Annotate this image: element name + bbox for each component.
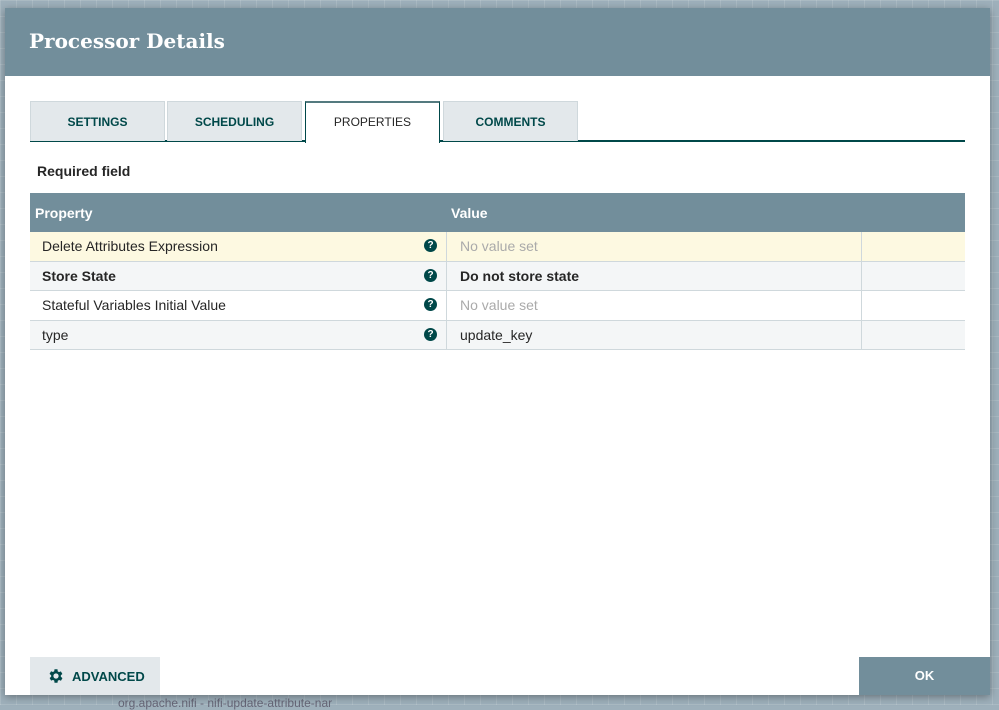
property-value[interactable]: update_key bbox=[446, 320, 862, 349]
required-field-label: Required field bbox=[37, 163, 131, 179]
tab-settings[interactable]: SETTINGS bbox=[30, 101, 165, 141]
properties-table: Property Value Delete Attributes Express… bbox=[30, 193, 965, 350]
help-icon[interactable]: ? bbox=[424, 327, 437, 341]
table-row[interactable]: Stateful Variables Initial Value ? No va… bbox=[30, 291, 965, 321]
table-header: Property Value bbox=[30, 193, 965, 232]
gear-icon bbox=[49, 669, 63, 683]
help-icon[interactable]: ? bbox=[424, 298, 437, 311]
property-name: Stateful Variables Initial Value bbox=[42, 297, 226, 313]
header-property[interactable]: Property bbox=[35, 205, 93, 221]
background-processor-text: org.apache.nifi - nifi-update-attribute-… bbox=[118, 696, 333, 710]
advanced-label: ADVANCED bbox=[72, 668, 145, 684]
help-icon[interactable]: ? bbox=[424, 239, 437, 252]
header-value[interactable]: Value bbox=[451, 205, 488, 221]
property-name: Delete Attributes Expression bbox=[42, 238, 218, 254]
table-row[interactable]: type ? update_key bbox=[30, 320, 965, 350]
table-row[interactable]: Delete Attributes Expression ? No value … bbox=[30, 232, 965, 262]
processor-details-dialog: Processor Details SETTINGS SCHEDULING PR… bbox=[5, 8, 990, 695]
tab-comments[interactable]: COMMENTS bbox=[443, 101, 578, 141]
property-value[interactable]: No value set bbox=[446, 291, 862, 320]
tab-properties[interactable]: PROPERTIES bbox=[305, 101, 440, 143]
help-icon[interactable]: ? bbox=[424, 268, 437, 282]
property-value[interactable]: No value set bbox=[446, 232, 862, 261]
tab-scheduling[interactable]: SCHEDULING bbox=[167, 101, 302, 141]
property-name: Store State bbox=[42, 267, 116, 284]
table-row[interactable]: Store State ? Do not store state bbox=[30, 261, 965, 291]
tab-bar: SETTINGS SCHEDULING PROPERTIES COMMENTS bbox=[30, 101, 965, 143]
ok-button[interactable]: OK bbox=[859, 657, 990, 695]
property-value[interactable]: Do not store state bbox=[446, 261, 862, 290]
property-name: type bbox=[42, 326, 69, 343]
dialog-title: Processor Details bbox=[5, 8, 990, 76]
advanced-button[interactable]: ADVANCED bbox=[30, 657, 160, 695]
